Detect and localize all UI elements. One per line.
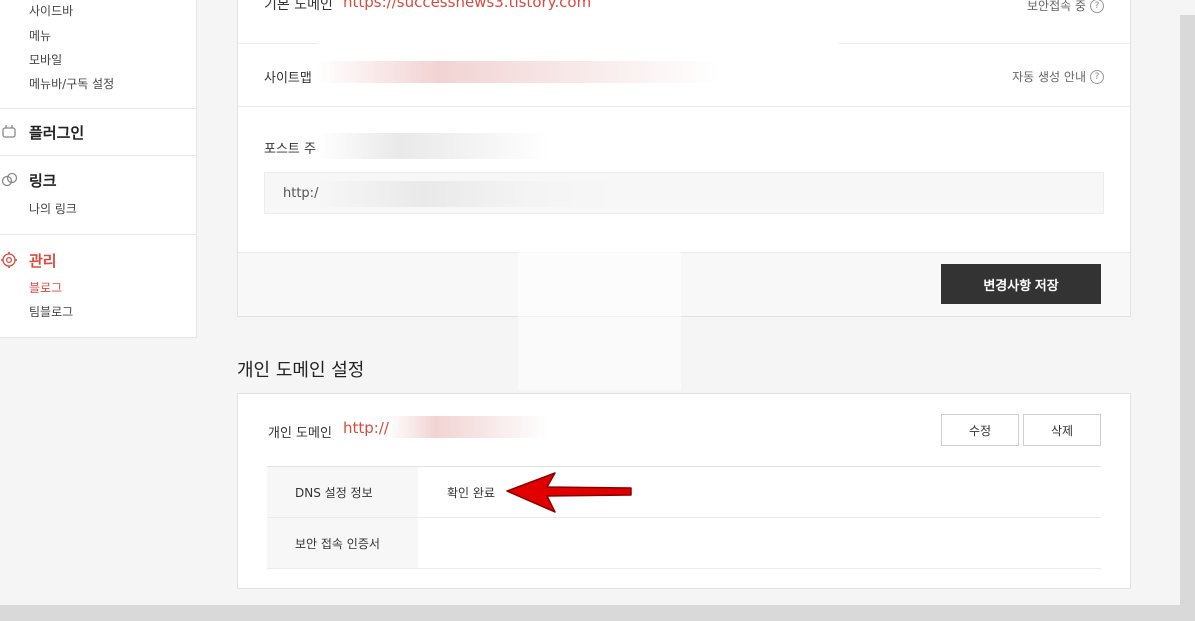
row-divider <box>238 106 1130 107</box>
redacted-personal-domain <box>388 416 548 438</box>
sitemap-hint-text: 자동 생성 안내 <box>1012 70 1086 84</box>
personal-domain-title: 개인 도메인 설정 <box>237 360 365 381</box>
domain-settings-card: 기본 도메인 https://successnews3.tistory.com … <box>237 0 1131 317</box>
sidebar-item-teamblog[interactable]: 팀블로그 <box>29 303 73 320</box>
help-icon[interactable]: ? <box>1090 0 1104 13</box>
help-icon[interactable]: ? <box>1090 69 1104 84</box>
sidebar-item-sidebar[interactable]: 사이드바 <box>29 2 73 19</box>
sidebar: 사이드바 메뉴 모바일 메뉴바/구독 설정 플러그인 링크 나의 링크 관리 블… <box>0 0 197 338</box>
redacted-sitemap <box>318 61 718 83</box>
sidebar-divider <box>0 155 197 156</box>
link-icon <box>1 172 18 187</box>
sidebar-item-menubar[interactable]: 메뉴바/구독 설정 <box>29 75 114 92</box>
save-changes-button[interactable]: 변경사항 저장 <box>941 264 1101 304</box>
post-address-label: 포스트 주 <box>264 142 316 157</box>
dns-info-header: DNS 설정 정보 <box>267 467 418 517</box>
redaction-overlay <box>318 15 838 45</box>
dns-info-value: 확인 완료 <box>447 485 495 500</box>
redacted-post-address <box>318 133 548 159</box>
gear-icon <box>1 252 17 268</box>
sitemap-hint: 자동 생성 안내 ? <box>1012 68 1104 85</box>
right-margin <box>1180 15 1195 621</box>
post-url-prefix: http:/ <box>283 185 319 201</box>
sidebar-item-blog[interactable]: 블로그 <box>29 279 62 296</box>
sitemap-label: 사이트맵 <box>264 71 312 86</box>
sidebar-divider <box>0 108 197 109</box>
sidebar-item-plugin[interactable]: 플러그인 <box>29 122 84 143</box>
sidebar-divider <box>0 234 197 235</box>
secure-status-text: 보안접속 중 <box>1026 0 1086 13</box>
delete-button[interactable]: 삭제 <box>1023 414 1101 446</box>
plugin-icon <box>2 125 16 138</box>
personal-domain-card: 개인 도메인 http:// 수정 삭제 DNS 설정 정보 확인 완료 보안 … <box>237 393 1131 589</box>
content-area-left <box>0 338 197 621</box>
sidebar-item-my-link[interactable]: 나의 링크 <box>29 200 77 217</box>
sidebar-item-menu[interactable]: 메뉴 <box>29 27 51 44</box>
bottom-margin <box>0 605 1195 621</box>
secure-status: 보안접속 중 ? <box>1027 0 1104 14</box>
edit-button[interactable]: 수정 <box>941 414 1019 446</box>
personal-domain-label: 개인 도메인 <box>268 426 332 441</box>
sidebar-item-link[interactable]: 링크 <box>29 170 57 191</box>
redaction-overlay <box>518 250 681 390</box>
personal-domain-value[interactable]: http:// <box>343 419 389 437</box>
redacted-post-url <box>318 181 618 207</box>
base-domain-value[interactable]: https://successnews3.tistory.com <box>343 0 591 11</box>
sidebar-item-manage[interactable]: 관리 <box>29 250 57 271</box>
base-domain-label: 기본 도메인 <box>264 0 333 13</box>
ssl-cert-header: 보안 접속 인증서 <box>267 518 418 568</box>
sidebar-item-mobile[interactable]: 모바일 <box>29 51 62 68</box>
row-divider <box>267 568 1101 569</box>
arrow-annotation-icon <box>506 472 632 513</box>
